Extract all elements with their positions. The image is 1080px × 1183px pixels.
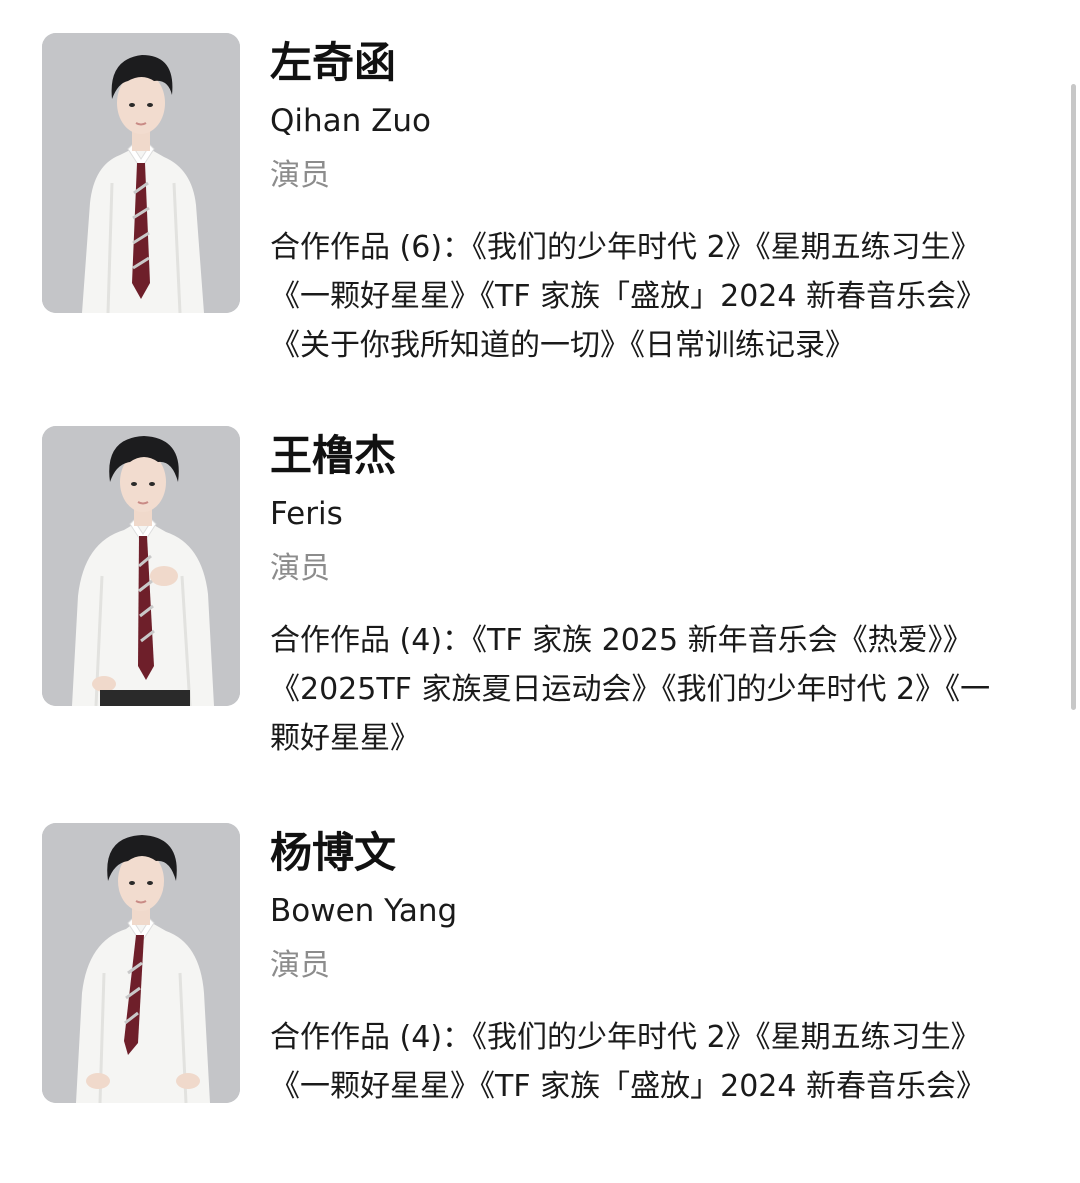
works-label: 合作作品 (4)： <box>270 1020 473 1055</box>
actor-english-name: Bowen Yang <box>270 893 458 929</box>
collaboration-works: 合作作品 (4)：《我们的少年时代 2》《星期五练习生》《一颗好星星》《TF 家… <box>270 1013 1015 1111</box>
actor-photo[interactable] <box>42 823 240 1103</box>
works-label: 合作作品 (6)： <box>270 230 473 265</box>
actor-role: 演员 <box>270 948 330 983</box>
person-portrait-icon <box>42 823 240 1103</box>
scrollbar-thumb[interactable] <box>1071 84 1076 710</box>
actor-card[interactable]: 杨博文 Bowen Yang 演员 合作作品 (4)：《我们的少年时代 2》《星… <box>0 823 1060 1183</box>
actor-card[interactable]: 左奇函 Qihan Zuo 演员 合作作品 (6)：《我们的少年时代 2》《星期… <box>0 33 1060 393</box>
works-label: 合作作品 (4)： <box>270 623 473 658</box>
actor-photo[interactable] <box>42 426 240 706</box>
actor-english-name: Qihan Zuo <box>270 103 432 139</box>
actor-role: 演员 <box>270 158 330 193</box>
collaboration-works: 合作作品 (6)：《我们的少年时代 2》《星期五练习生》《一颗好星星》《TF 家… <box>270 223 1015 370</box>
actor-role: 演员 <box>270 551 330 586</box>
actor-photo[interactable] <box>42 33 240 313</box>
actor-name[interactable]: 王橹杰 <box>270 428 396 484</box>
actor-list: 左奇函 Qihan Zuo 演员 合作作品 (6)：《我们的少年时代 2》《星期… <box>0 0 1080 1182</box>
scrollbar[interactable] <box>1066 0 1080 1182</box>
actor-name[interactable]: 杨博文 <box>270 825 396 881</box>
person-portrait-icon <box>42 426 240 706</box>
actor-english-name: Feris <box>270 496 343 532</box>
actor-name[interactable]: 左奇函 <box>270 35 396 91</box>
collaboration-works: 合作作品 (4)：《TF 家族 2025 新年音乐会《热爱》》《2025TF 家… <box>270 616 1015 763</box>
person-portrait-icon <box>42 33 240 313</box>
actor-card[interactable]: 王橹杰 Feris 演员 合作作品 (4)：《TF 家族 2025 新年音乐会《… <box>0 426 1060 786</box>
